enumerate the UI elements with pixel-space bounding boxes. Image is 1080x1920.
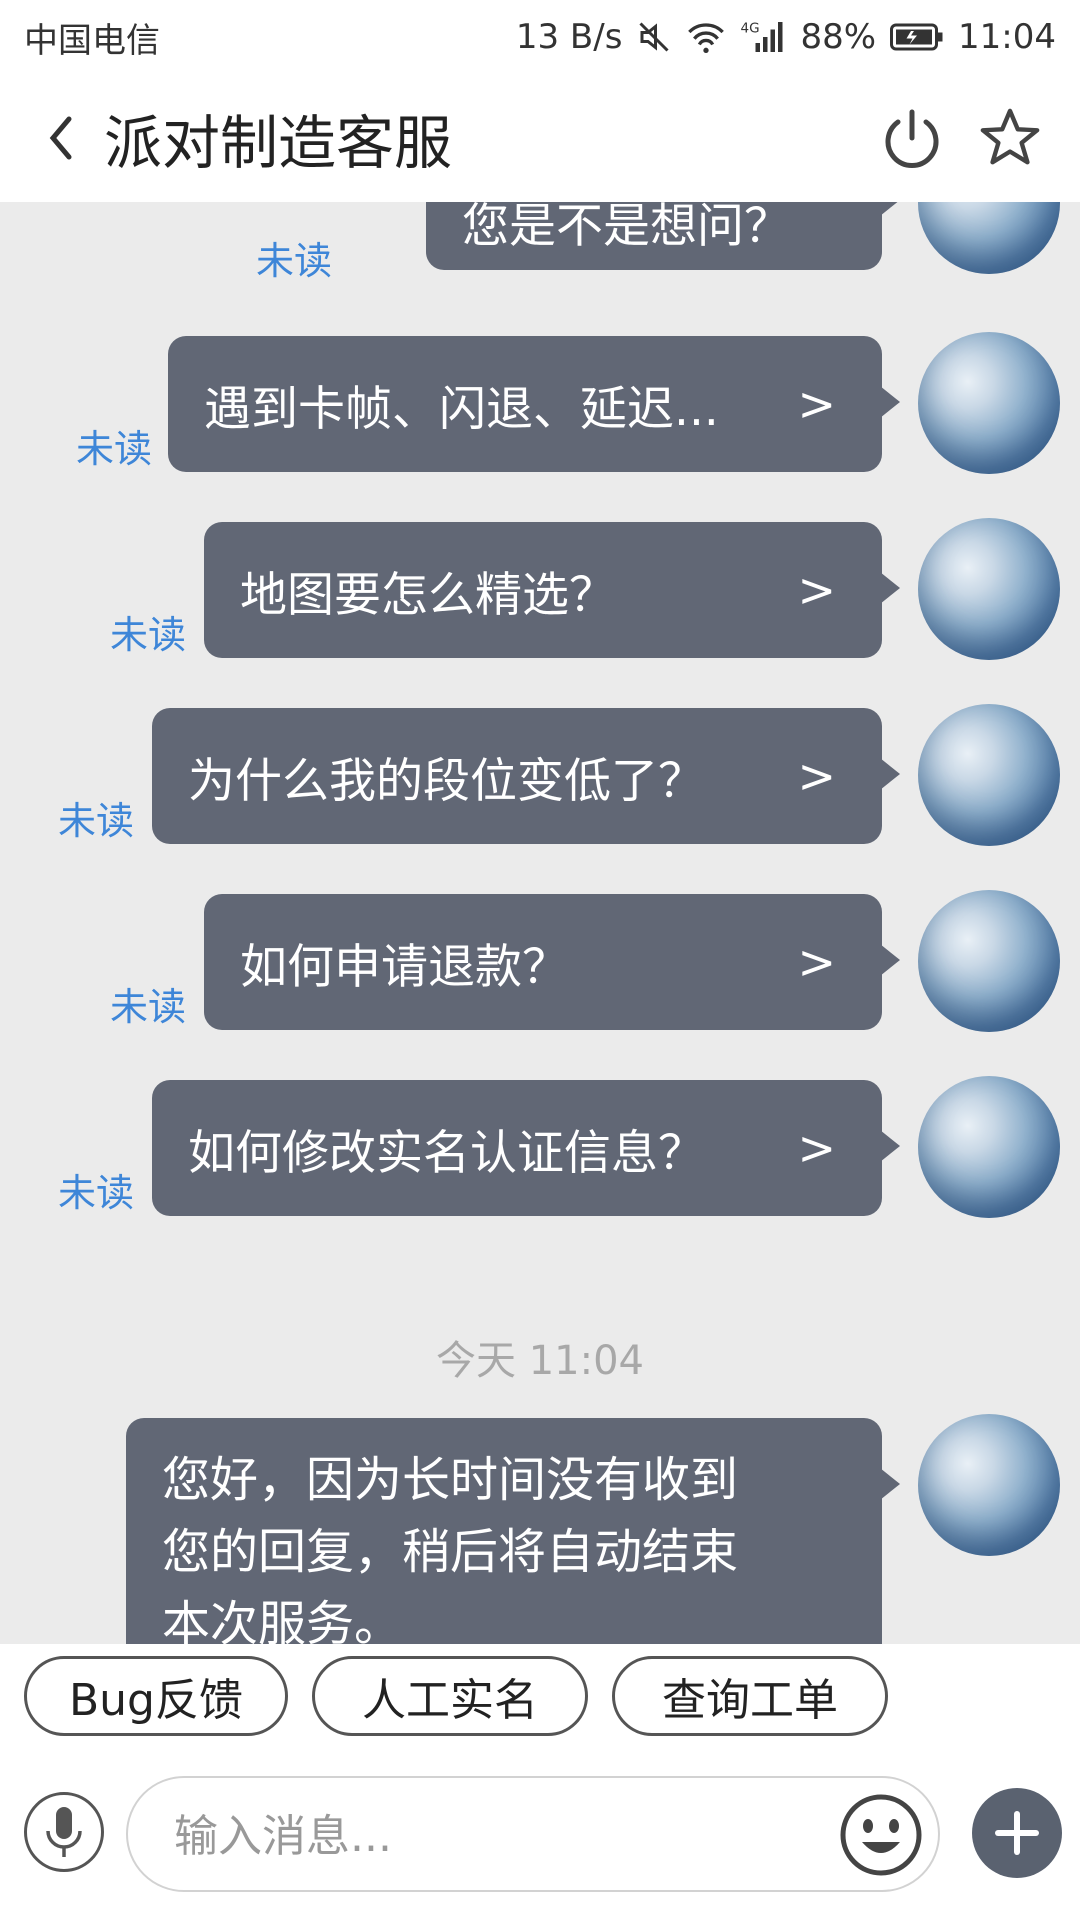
chevron-right-icon: > xyxy=(797,563,836,617)
unread-label: 未读 xyxy=(109,613,186,657)
chevron-right-icon: > xyxy=(797,935,836,989)
carrier-name: 中国电信 xyxy=(24,20,160,61)
unread-label: 未读 xyxy=(57,799,134,843)
quick-reply-bar: Bug反馈 人工实名 查询工单 xyxy=(0,1644,1080,1744)
message-row: 未读 如何申请退款？ > xyxy=(0,890,1080,1040)
network-speed: 13 B/s xyxy=(515,17,623,57)
suggested-question-button[interactable]: 如何修改实名认证信息？ > xyxy=(152,1080,900,1216)
agent-avatar xyxy=(918,1414,1060,1556)
status-bar: 中国电信 13 B/s 4G 88% 11:04 xyxy=(0,0,1080,74)
chevron-right-icon: > xyxy=(797,749,836,803)
message-row: 未读 如何修改实名认证信息？ > xyxy=(0,1076,1080,1226)
unread-label: 未读 xyxy=(57,1171,134,1215)
battery-percent: 88% xyxy=(800,17,877,57)
message-bubble: 您好，因为长时间没有收到 您的回复，稍后将自动结束 本次服务。 xyxy=(126,1418,900,1644)
agent-avatar xyxy=(918,890,1060,1032)
question-text: 为什么我的段位变低了？ xyxy=(188,753,705,809)
message-bubble: 您是不是想问？ xyxy=(426,202,900,270)
more-options-button[interactable] xyxy=(972,1788,1062,1878)
page-title: 派对制造客服 xyxy=(104,109,453,177)
message-timestamp: 今天 11:04 xyxy=(436,1338,644,1384)
back-button[interactable] xyxy=(20,74,100,202)
message-row: 未读 您是不是想问？ xyxy=(0,202,1080,283)
clock-time: 11:04 xyxy=(958,17,1056,57)
star-icon xyxy=(980,108,1040,165)
chat-header: 派对制造客服 xyxy=(0,74,1080,202)
4g-signal-icon: 4G xyxy=(740,19,786,55)
emoji-button[interactable] xyxy=(838,1792,924,1878)
unread-label: 未读 xyxy=(255,239,332,283)
battery-icon xyxy=(890,22,944,52)
message-row: 您好，因为长时间没有收到 您的回复，稍后将自动结束 本次服务。 xyxy=(0,1414,1080,1644)
favorite-button[interactable] xyxy=(978,106,1042,170)
suggested-question-button[interactable]: 遇到卡帧、闪退、延迟... > xyxy=(168,336,900,472)
question-text: 遇到卡帧、闪退、延迟... xyxy=(204,381,719,437)
message-line: 您的回复，稍后将自动结束 xyxy=(162,1524,739,1580)
wifi-icon xyxy=(686,19,726,55)
question-text: 地图要怎么精选？ xyxy=(240,567,616,623)
agent-avatar xyxy=(918,1076,1060,1218)
end-session-button[interactable] xyxy=(880,106,944,170)
chevron-right-icon: > xyxy=(797,377,836,431)
svg-text:4G: 4G xyxy=(741,21,760,37)
quick-reply-query-ticket[interactable]: 查询工单 xyxy=(612,1656,888,1736)
message-row: 未读 遇到卡帧、闪退、延迟... > xyxy=(0,332,1080,482)
header-actions xyxy=(880,74,1042,202)
suggested-question-button[interactable]: 为什么我的段位变低了？ > xyxy=(152,708,900,844)
voice-input-button[interactable] xyxy=(24,1792,104,1872)
agent-avatar xyxy=(918,518,1060,660)
plus-icon xyxy=(995,1811,1039,1855)
agent-avatar xyxy=(918,704,1060,846)
question-text: 如何修改实名认证信息？ xyxy=(188,1125,705,1181)
chevron-right-icon: > xyxy=(797,1121,836,1175)
message-row: 未读 地图要怎么精选？ > xyxy=(0,518,1080,668)
status-indicators: 13 B/s 4G 88% 11:04 xyxy=(516,17,1056,57)
question-text: 如何申请退款？ xyxy=(240,939,569,995)
quick-reply-manual-verification[interactable]: 人工实名 xyxy=(312,1656,588,1736)
unread-label: 未读 xyxy=(75,427,152,471)
emoji-icon xyxy=(840,1794,922,1876)
quick-reply-bug-feedback[interactable]: Bug反馈 xyxy=(24,1656,288,1736)
microphone-icon xyxy=(46,1807,82,1857)
message-input-container xyxy=(126,1776,940,1892)
chat-messages[interactable]: 未读 您是不是想问？ 未读 遇到卡帧、闪退、延迟... > 未读 地图要怎么精选… xyxy=(0,202,1080,1644)
message-input-bar xyxy=(0,1744,1080,1920)
suggested-question-button[interactable]: 地图要怎么精选？ > xyxy=(204,522,900,658)
mute-icon xyxy=(636,19,672,55)
chevron-left-icon xyxy=(49,116,72,160)
message-input[interactable] xyxy=(172,1806,776,1866)
agent-avatar xyxy=(918,202,1060,274)
agent-avatar xyxy=(918,332,1060,474)
message-line: 您好，因为长时间没有收到 xyxy=(162,1452,739,1508)
message-row: 未读 为什么我的段位变低了？ > xyxy=(0,704,1080,854)
suggested-question-button[interactable]: 如何申请退款？ > xyxy=(204,894,900,1030)
message-text: 您是不是想问？ xyxy=(462,202,791,254)
unread-label: 未读 xyxy=(109,985,186,1029)
message-line: 本次服务。 xyxy=(162,1596,403,1644)
power-icon xyxy=(885,109,939,168)
